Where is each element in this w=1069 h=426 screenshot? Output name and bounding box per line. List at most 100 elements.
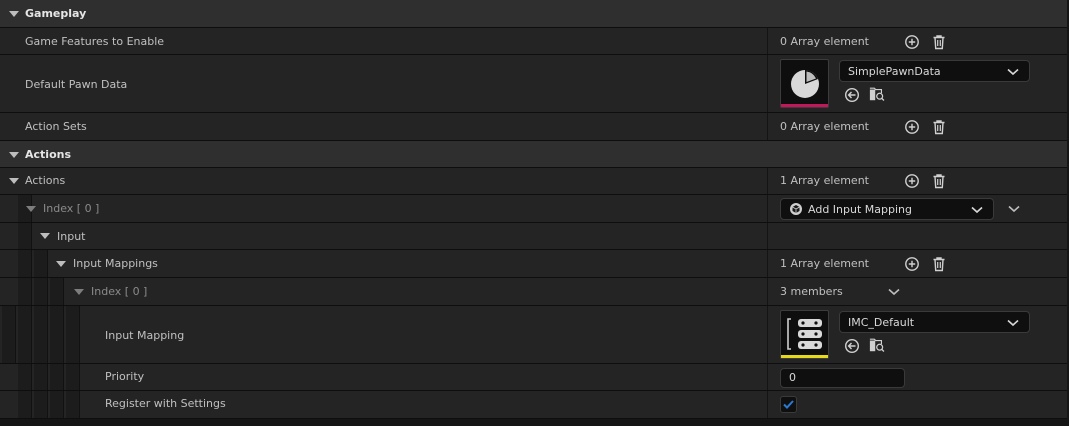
- indent-gutter: [66, 364, 80, 390]
- indent-gutter: [18, 223, 32, 249]
- indent-gutter: [18, 278, 32, 305]
- expand-arrow-icon[interactable]: [74, 289, 84, 295]
- priority-input[interactable]: 0: [780, 368, 905, 388]
- expand-chevron-icon[interactable]: [888, 288, 900, 296]
- game-features-label: Game Features to Enable: [25, 35, 165, 48]
- find-in-browser-icon[interactable]: [869, 337, 885, 353]
- add-element-icon[interactable]: [904, 256, 920, 272]
- column-divider: [767, 168, 768, 194]
- category-gameplay-label: Gameplay: [25, 7, 87, 20]
- indent-gutter: [18, 364, 32, 390]
- combo-chevron-icon: [1007, 68, 1019, 76]
- column-divider: [767, 391, 768, 418]
- register-label: Register with Settings: [105, 397, 226, 410]
- column-divider: [767, 278, 768, 305]
- property-default-pawn-data: Default Pawn Data SimplePawnData: [0, 55, 1067, 113]
- input-mapping-combo-value: IMC_Default: [848, 316, 915, 329]
- column-divider: [767, 55, 768, 112]
- indent-gutter: [34, 306, 48, 363]
- mappings-index-0-label: Index [ 0 ]: [91, 285, 148, 298]
- actions-count: 1 Array element: [780, 174, 869, 187]
- column-divider: [767, 364, 768, 390]
- column-divider: [767, 250, 768, 277]
- expand-arrow-icon[interactable]: [9, 11, 19, 17]
- game-features-count: 0 Array element: [780, 35, 869, 48]
- actions-index-0-label: Index [ 0 ]: [43, 202, 100, 215]
- category-actions[interactable]: Actions: [0, 141, 1067, 168]
- expand-chevron-icon[interactable]: [1008, 205, 1020, 213]
- action-struct-icon: [790, 203, 802, 215]
- property-register-with-settings: Register with Settings: [0, 391, 1067, 419]
- indent-gutter: [50, 391, 64, 418]
- column-divider: [767, 306, 768, 363]
- property-game-features: Game Features to Enable 0 Array element: [0, 28, 1067, 55]
- combo-chevron-icon: [971, 206, 983, 214]
- action-sets-label: Action Sets: [25, 120, 87, 133]
- indent-gutter: [34, 250, 48, 277]
- column-divider: [767, 195, 768, 222]
- property-priority: Priority 0: [0, 364, 1067, 391]
- property-actions: Actions 1 Array element: [0, 168, 1067, 195]
- mapping-asset-underline: [781, 355, 828, 358]
- input-mappings-count: 1 Array element: [780, 257, 869, 270]
- expand-arrow-icon[interactable]: [9, 178, 19, 184]
- pawn-data-combo-value: SimplePawnData: [848, 65, 941, 78]
- add-element-icon[interactable]: [904, 119, 920, 135]
- indent-gutter: [66, 306, 80, 363]
- combo-chevron-icon: [1007, 319, 1019, 327]
- indent-gutter: [2, 306, 16, 363]
- register-checkbox[interactable]: [780, 396, 797, 413]
- indent-gutter: [34, 391, 48, 418]
- property-mappings-index-0: Index [ 0 ] 3 members: [0, 278, 1067, 306]
- indent-gutter: [18, 250, 32, 277]
- indent-gutter: [18, 306, 32, 363]
- mappings-index-0-members: 3 members: [780, 285, 843, 298]
- indent-gutter: [50, 278, 64, 305]
- input-label: Input: [57, 230, 86, 243]
- indent-gutter: [34, 364, 48, 390]
- delete-icon[interactable]: [931, 256, 947, 272]
- property-input-mappings: Input Mappings 1 Array element: [0, 250, 1067, 278]
- category-actions-label: Actions: [25, 148, 71, 161]
- delete-icon[interactable]: [931, 119, 947, 135]
- property-input: Input: [0, 223, 1067, 250]
- pawn-data-combo[interactable]: SimplePawnData: [839, 60, 1030, 82]
- pawn-data-asset-thumbnail[interactable]: [780, 59, 829, 108]
- indent-gutter: [34, 278, 48, 305]
- category-gameplay[interactable]: Gameplay: [0, 0, 1067, 28]
- priority-label: Priority: [105, 370, 145, 383]
- action-type-combo-value: Add Input Mapping: [808, 203, 912, 216]
- pawn-data-asset-icon: [791, 70, 819, 98]
- add-element-icon[interactable]: [904, 173, 920, 189]
- actions-label: Actions: [25, 174, 66, 187]
- indent-gutter: [66, 391, 80, 418]
- checkmark-icon: [783, 400, 794, 409]
- browse-arrow-icon[interactable]: [844, 338, 860, 354]
- find-in-browser-icon[interactable]: [869, 86, 885, 102]
- column-divider: [767, 28, 768, 54]
- indent-gutter: [50, 306, 64, 363]
- pawn-asset-underline: [781, 104, 828, 107]
- action-type-combo[interactable]: Add Input Mapping: [780, 198, 994, 220]
- property-action-sets: Action Sets 0 Array element: [0, 113, 1067, 141]
- input-mapping-asset-thumbnail[interactable]: [780, 310, 829, 359]
- input-mapping-combo[interactable]: IMC_Default: [839, 311, 1030, 333]
- expand-arrow-icon[interactable]: [26, 206, 36, 212]
- action-sets-count: 0 Array element: [780, 120, 869, 133]
- add-element-icon[interactable]: [904, 34, 920, 50]
- property-actions-index-0: Index [ 0 ] Add Input Mapping: [0, 195, 1067, 223]
- column-divider: [767, 113, 768, 140]
- expand-arrow-icon[interactable]: [56, 261, 66, 267]
- delete-icon[interactable]: [931, 173, 947, 189]
- indent-gutter: [50, 364, 64, 390]
- property-input-mapping: Input Mapping IMC_Default: [0, 306, 1067, 364]
- expand-arrow-icon[interactable]: [40, 233, 50, 239]
- input-mapping-label: Input Mapping: [105, 329, 185, 342]
- expand-arrow-icon[interactable]: [9, 152, 19, 158]
- indent-gutter: [18, 391, 32, 418]
- default-pawn-label: Default Pawn Data: [25, 78, 128, 91]
- input-mapping-asset-icon: [787, 318, 822, 350]
- column-divider: [767, 223, 768, 249]
- delete-icon[interactable]: [931, 34, 947, 50]
- browse-arrow-icon[interactable]: [844, 87, 860, 103]
